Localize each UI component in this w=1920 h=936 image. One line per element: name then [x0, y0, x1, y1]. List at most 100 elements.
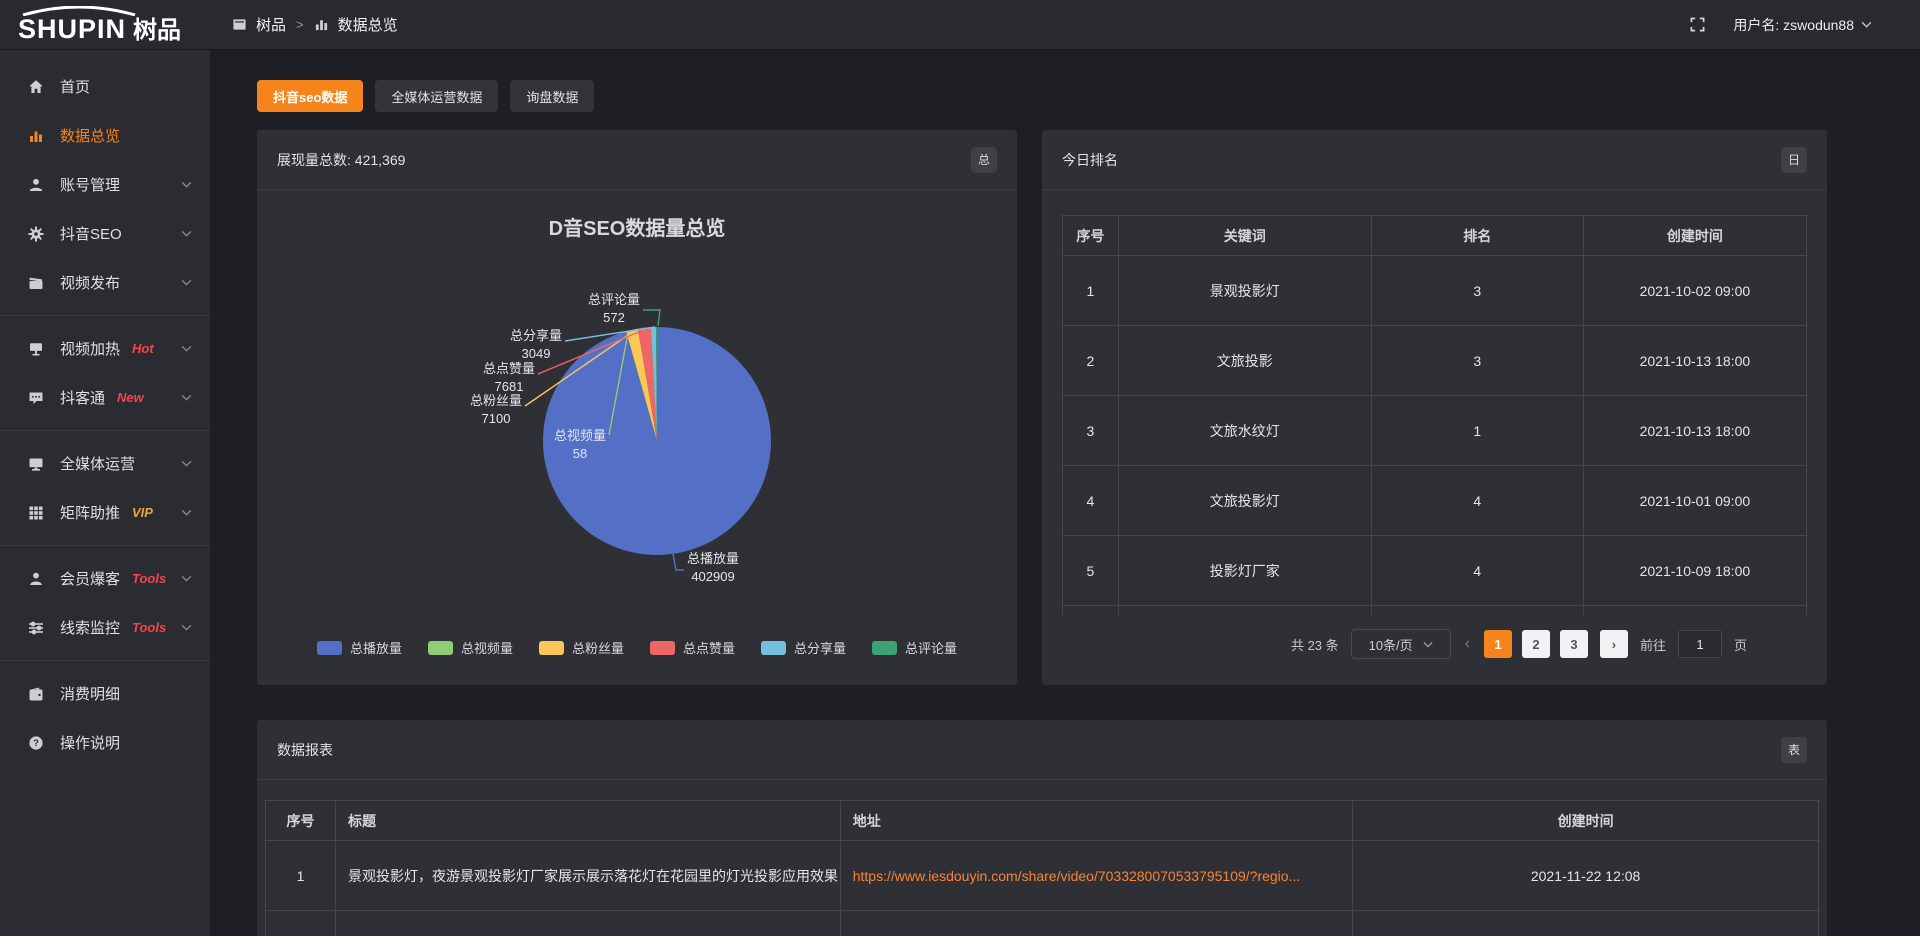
- report-table: 序号标题地址创建时间1景观投影灯，夜游景观投影灯厂家展示展示落花灯在花园里的灯光…: [265, 800, 1819, 936]
- sidebar-divider: [0, 315, 210, 316]
- legend-label: 总点赞量: [683, 638, 735, 657]
- chart-legend: 总播放量 总视频量 总粉丝量 总点赞量 总分享量 总评论量: [257, 638, 1017, 657]
- chevron-down-icon: [181, 460, 192, 467]
- report-panel: 数据报表 表 序号标题地址创建时间1景观投影灯，夜游景观投影灯厂家展示展示落花灯…: [257, 720, 1827, 936]
- table-cell: [1371, 606, 1583, 616]
- sidebar-item-label: 会员爆客: [60, 568, 120, 589]
- report-panel-title: 数据报表: [277, 740, 333, 760]
- sidebar-item-tag: VIP: [132, 505, 153, 520]
- table-header-row: 序号关键词排名创建时间: [1063, 216, 1807, 256]
- table-cell: 景观投影灯，夜游景观投影灯厂家展示展示落花灯在花园里的灯光投影应用效果 #: [336, 841, 841, 911]
- chevron-down-icon: [181, 624, 192, 631]
- legend-item-0[interactable]: 总播放量: [317, 638, 402, 657]
- bar-chart-icon: [314, 17, 332, 33]
- report-table-wrap: 序号标题地址创建时间1景观投影灯，夜游景观投影灯厂家展示展示落花灯在花园里的灯光…: [265, 800, 1819, 936]
- sidebar-item-9[interactable]: 全媒体运营: [0, 439, 210, 488]
- chevron-down-icon: [181, 181, 192, 188]
- legend-item-2[interactable]: 总粉丝量: [539, 638, 624, 657]
- prev-page-button[interactable]: ‹: [1463, 635, 1472, 653]
- page-button-2[interactable]: 2: [1522, 630, 1550, 658]
- gear-icon: [28, 226, 46, 242]
- table-row-clipped: [266, 911, 1819, 936]
- column-header: 关键词: [1118, 216, 1371, 256]
- row-link[interactable]: https://www.iesdouyin.com/share/video/70…: [853, 868, 1301, 884]
- sidebar-item-2[interactable]: 账号管理: [0, 160, 210, 209]
- video-icon: [28, 275, 46, 291]
- column-header: 排名: [1371, 216, 1583, 256]
- table-cell: 1: [266, 841, 336, 911]
- legend-item-1[interactable]: 总视频量: [428, 638, 513, 657]
- day-badge[interactable]: 日: [1781, 147, 1807, 173]
- legend-item-4[interactable]: 总分享量: [761, 638, 846, 657]
- sidebar-item-15[interactable]: 消费明细: [0, 669, 210, 718]
- table-cell: 2: [1063, 326, 1119, 396]
- column-header: 标题: [336, 801, 841, 841]
- legend-swatch: [761, 641, 786, 655]
- table-cell: 2021-10-09 18:00: [1583, 536, 1806, 606]
- legend-swatch: [428, 641, 453, 655]
- top-header: SHUPIN 树品 树品 > 数据总览 用户名: zswodun88: [0, 0, 1920, 50]
- pagination: 共 23 条 10条/页 ‹ 123 › 前往 页: [1042, 629, 1827, 659]
- sidebar-item-label: 抖客通: [60, 387, 105, 408]
- sidebar-item-12[interactable]: 会员爆客Tools: [0, 554, 210, 603]
- sidebar-item-6[interactable]: 视频加热Hot: [0, 324, 210, 373]
- column-header: 创建时间: [1583, 216, 1806, 256]
- next-page-button[interactable]: ›: [1600, 630, 1628, 658]
- legend-item-3[interactable]: 总点赞量: [650, 638, 735, 657]
- table-cell: 2021-11-22 12:08: [1353, 841, 1819, 911]
- breadcrumb-item-current[interactable]: 数据总览: [314, 14, 398, 35]
- table-cell: [1353, 911, 1819, 936]
- pie-label-3: 总点赞量7681: [483, 360, 535, 396]
- table-cell: 4: [1063, 466, 1119, 536]
- sidebar-item-0[interactable]: 首页: [0, 62, 210, 111]
- tab-2[interactable]: 询盘数据: [510, 80, 594, 112]
- table-cell: [266, 911, 336, 936]
- sidebar-item-label: 消费明细: [60, 683, 120, 704]
- legend-swatch: [650, 641, 675, 655]
- app-logo[interactable]: SHUPIN 树品: [0, 6, 210, 43]
- home-icon: [28, 79, 46, 95]
- goto-page-input[interactable]: [1678, 630, 1722, 658]
- chevron-down-icon: [181, 509, 192, 516]
- table-header-row: 序号标题地址创建时间: [266, 801, 1819, 841]
- sidebar: 首页数据总览账号管理抖音SEO视频发布视频加热Hot抖客通New 全媒体运营矩阵助…: [0, 50, 210, 936]
- page-size-value: 10条/页: [1369, 635, 1413, 654]
- chevron-down-icon: [181, 230, 192, 237]
- legend-swatch: [317, 641, 342, 655]
- pie-label-2: 总粉丝量7100: [470, 392, 522, 428]
- table-cell: 文旅投影灯: [1118, 466, 1371, 536]
- tab-1[interactable]: 全媒体运营数据: [375, 80, 498, 112]
- fullscreen-icon[interactable]: [1690, 17, 1705, 32]
- sidebar-item-1[interactable]: 数据总览: [0, 111, 210, 160]
- user-menu[interactable]: 用户名: zswodun88: [1733, 15, 1872, 35]
- legend-label: 总评论量: [905, 638, 957, 657]
- logo-text-en: SHUPIN: [18, 16, 126, 43]
- table-row-clipped: [1063, 606, 1807, 616]
- page-size-select[interactable]: 10条/页: [1351, 629, 1451, 659]
- legend-item-5[interactable]: 总评论量: [872, 638, 957, 657]
- sidebar-item-13[interactable]: 线索监控Tools: [0, 603, 210, 652]
- table-cell: [336, 911, 841, 936]
- table-cell: 投影灯厂家: [1118, 536, 1371, 606]
- screen-push-icon: [28, 341, 46, 357]
- table-badge[interactable]: 表: [1781, 737, 1807, 763]
- sidebar-item-4[interactable]: 视频发布: [0, 258, 210, 307]
- chevron-down-icon: [1861, 21, 1872, 28]
- sidebar-item-7[interactable]: 抖客通New: [0, 373, 210, 422]
- sidebar-item-3[interactable]: 抖音SEO: [0, 209, 210, 258]
- total-badge[interactable]: 总: [971, 147, 997, 173]
- pie-label-name: 总播放量: [687, 550, 739, 568]
- table-cell: [1063, 606, 1119, 616]
- label-line-5: [643, 310, 660, 326]
- page-button-1[interactable]: 1: [1484, 630, 1512, 658]
- sidebar-item-10[interactable]: 矩阵助推VIP: [0, 488, 210, 537]
- sidebar-item-tag: Tools: [132, 620, 166, 635]
- page-button-3[interactable]: 3: [1560, 630, 1588, 658]
- breadcrumb-item-root[interactable]: 树品: [232, 14, 286, 35]
- table-row: 3文旅水纹灯12021-10-13 18:00: [1063, 396, 1807, 466]
- ranking-panel-title: 今日排名: [1062, 150, 1118, 170]
- tab-0[interactable]: 抖音seo数据: [257, 80, 363, 112]
- sidebar-item-16[interactable]: ?操作说明: [0, 718, 210, 767]
- table-cell[interactable]: https://www.iesdouyin.com/share/video/70…: [840, 841, 1352, 911]
- pie-label-value: 3049: [510, 345, 562, 363]
